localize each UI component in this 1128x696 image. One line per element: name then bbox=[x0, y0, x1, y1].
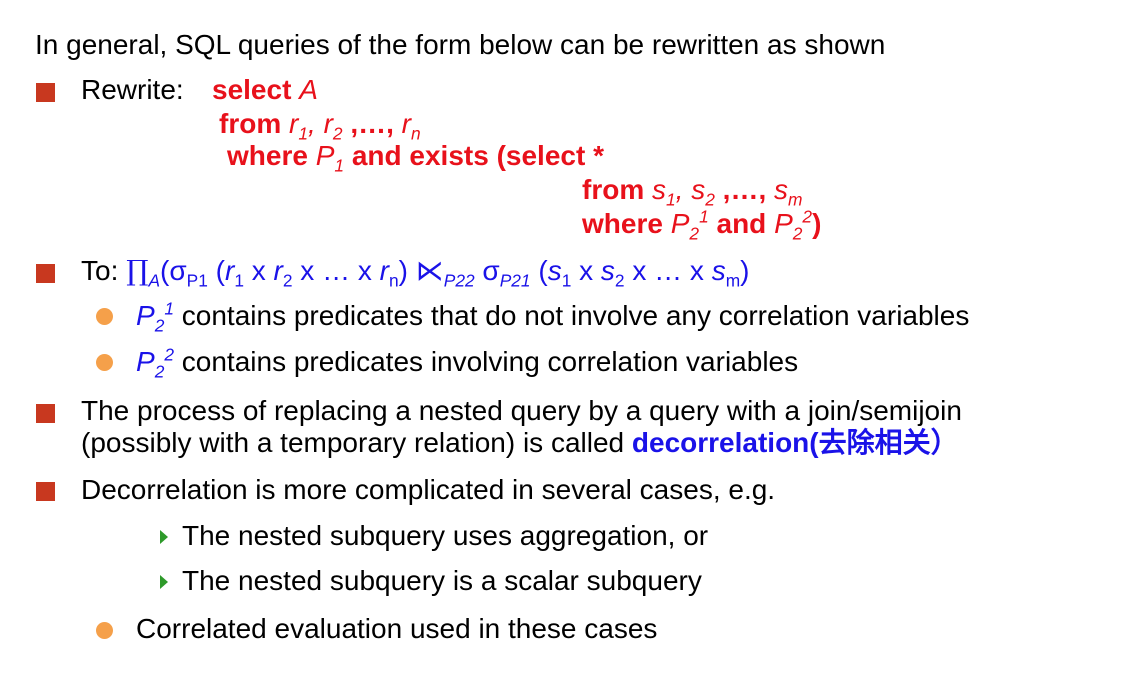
intro-text: In general, SQL queries of the form belo… bbox=[35, 29, 886, 60]
case-aggregation: The nested subquery uses aggregation, or bbox=[182, 520, 709, 551]
p22-description: P22 contains predicates involving correl… bbox=[136, 344, 799, 382]
arrow-bullet-icon bbox=[160, 575, 168, 589]
square-bullet-icon bbox=[36, 404, 55, 423]
p21-description: P21 contains predicates that do not invo… bbox=[136, 298, 970, 336]
rewrite-select-line: select A bbox=[212, 74, 318, 105]
decorrelation-line1: The process of replacing a nested query … bbox=[81, 395, 962, 426]
square-bullet-icon bbox=[36, 264, 55, 283]
rewrite-inner-from-line: from s1, s2 ,…, sm bbox=[582, 174, 803, 210]
to-expression: To: ∏A(σP1 (r1 x r2 x … x rn) ⋉P22 σP21 … bbox=[81, 254, 750, 291]
decorrelation-line2: (possibly with a temporary relation) is … bbox=[81, 427, 959, 458]
slide: In general, SQL queries of the form belo… bbox=[0, 0, 1128, 696]
rewrite-where-line: where P1 and exists (select * bbox=[227, 140, 604, 176]
arrow-bullet-icon bbox=[160, 530, 168, 544]
square-bullet-icon bbox=[36, 482, 55, 501]
correlated-evaluation-text: Correlated evaluation used in these case… bbox=[136, 613, 658, 644]
complicated-text: Decorrelation is more complicated in sev… bbox=[81, 474, 776, 505]
dot-bullet-icon bbox=[96, 308, 113, 325]
decorrelation-term: decorrelation(去除相关） bbox=[631, 427, 959, 458]
case-scalar: The nested subquery is a scalar subquery bbox=[182, 565, 702, 596]
dot-bullet-icon bbox=[96, 354, 113, 371]
dot-bullet-icon bbox=[96, 622, 113, 639]
rewrite-from-line: from r1, r2 ,…, rn bbox=[219, 108, 421, 144]
rewrite-label: Rewrite: bbox=[81, 74, 184, 105]
rewrite-inner-where-line: where P21 and P22) bbox=[582, 206, 822, 244]
square-bullet-icon bbox=[36, 83, 55, 102]
